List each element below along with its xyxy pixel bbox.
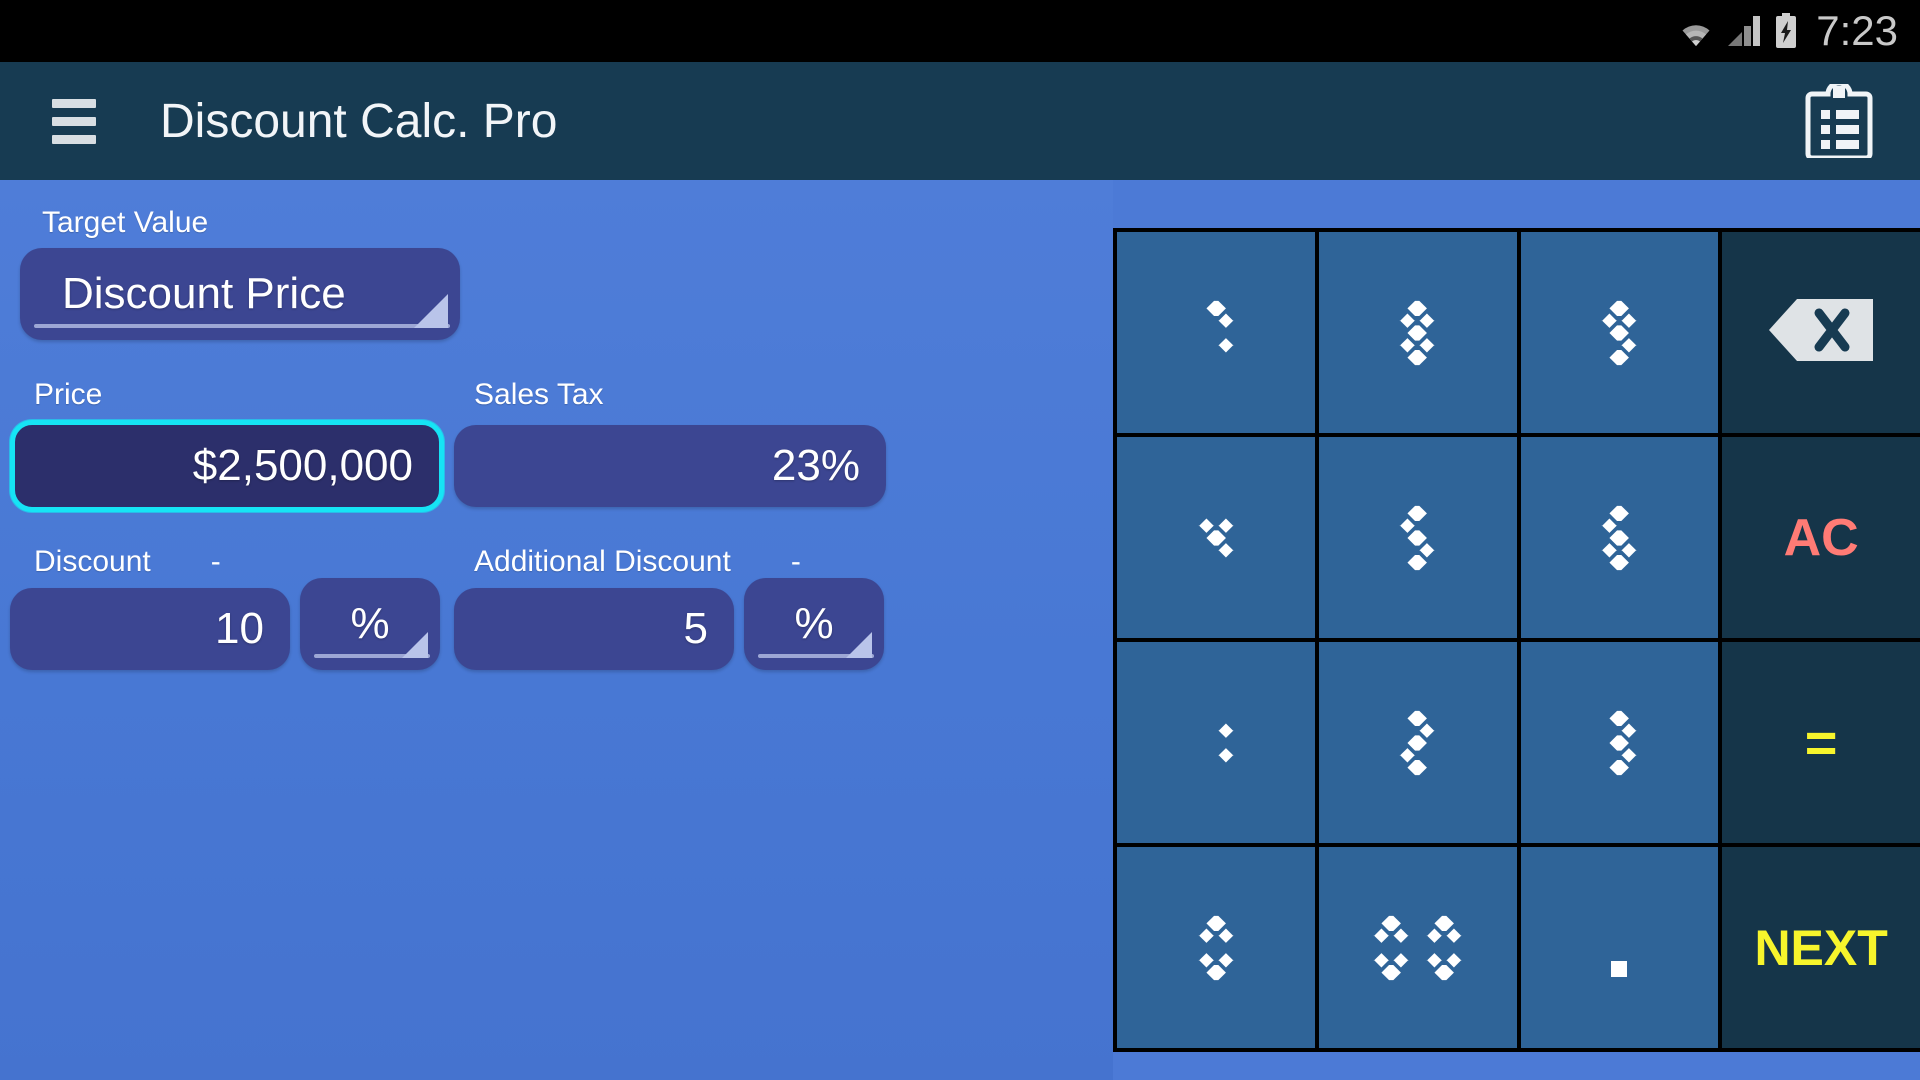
sales-tax-label: Sales Tax — [474, 378, 604, 411]
key-label — [1595, 499, 1643, 577]
backspace-icon — [1767, 297, 1875, 368]
key-next[interactable]: NEXT — [1722, 847, 1920, 1048]
key-equals[interactable]: = — [1722, 642, 1920, 843]
price-value: $2,500,000 — [192, 441, 413, 490]
input-form-panel: Target Value Discount Price Price $2,500… — [0, 180, 1113, 1080]
price-label: Price — [34, 378, 103, 411]
key-label — [1595, 294, 1643, 372]
key-decimal[interactable] — [1520, 847, 1719, 1048]
discount-value: 10 — [215, 604, 264, 653]
discount-label: Discount — [34, 545, 151, 578]
key-label — [1393, 499, 1441, 577]
additional-discount-sign: - — [790, 545, 801, 578]
sales-tax-input[interactable]: 23% — [454, 425, 886, 507]
spinner-underline — [34, 324, 450, 328]
price-input[interactable]: $2,500,000 — [10, 420, 444, 512]
key-label — [1595, 704, 1643, 782]
target-value-spinner[interactable]: Discount Price — [20, 248, 460, 340]
key-1[interactable] — [1117, 642, 1315, 843]
key-label — [1393, 294, 1441, 372]
sales-tax-value: 23% — [771, 441, 860, 490]
key-backspace[interactable] — [1722, 232, 1920, 433]
hamburger-menu-icon[interactable] — [52, 98, 96, 144]
key-4[interactable] — [1117, 437, 1315, 638]
page-title: Discount Calc. Pro — [160, 94, 558, 148]
key-5[interactable] — [1318, 437, 1517, 638]
additional-discount-unit-spinner[interactable]: % — [744, 578, 884, 670]
app-bar: Discount Calc. Pro — [0, 62, 1920, 180]
key-label — [1192, 909, 1240, 987]
key-label — [1611, 960, 1628, 977]
status-time: 7:23 — [1816, 7, 1898, 54]
additional-discount-unit-value: % — [794, 599, 834, 648]
key-label — [1192, 499, 1240, 577]
key-ac[interactable]: AC — [1722, 437, 1920, 638]
chevron-down-icon — [414, 294, 448, 328]
key-label: AC — [1783, 508, 1859, 567]
discount-label-row: Discount - — [34, 545, 221, 589]
discount-unit-spinner[interactable]: % — [300, 578, 440, 670]
discount-input[interactable]: 10 — [10, 588, 290, 670]
key-double-0[interactable] — [1318, 847, 1517, 1048]
wifi-icon — [1676, 14, 1716, 48]
target-value-label: Target Value — [42, 206, 209, 239]
target-value-selected: Discount Price — [62, 269, 346, 318]
additional-discount-label: Additional Discount — [474, 545, 731, 578]
app-screen: 7:23 Discount Calc. Pro Target Value Dis… — [0, 0, 1920, 1080]
key-9[interactable] — [1520, 232, 1719, 433]
key-label — [1367, 909, 1468, 987]
numeric-keypad: AC = NEXT — [1113, 228, 1920, 1052]
discount-sign: - — [210, 545, 221, 578]
key-label — [1393, 704, 1441, 782]
additional-discount-value: 5 — [683, 604, 708, 653]
key-2[interactable] — [1318, 642, 1517, 843]
cellular-signal-icon — [1726, 14, 1764, 48]
key-label: = — [1804, 710, 1838, 774]
key-label — [1192, 704, 1240, 782]
discount-unit-value: % — [350, 599, 390, 648]
clipboard-list-icon[interactable] — [1804, 84, 1874, 158]
status-bar: 7:23 — [0, 0, 1920, 62]
chevron-down-icon — [846, 632, 872, 658]
key-3[interactable] — [1520, 642, 1719, 843]
key-label: NEXT — [1754, 919, 1888, 976]
key-7[interactable] — [1117, 232, 1315, 433]
key-6[interactable] — [1520, 437, 1719, 638]
chevron-down-icon — [402, 632, 428, 658]
key-8[interactable] — [1318, 232, 1517, 433]
key-0[interactable] — [1117, 847, 1315, 1048]
additional-discount-input[interactable]: 5 — [454, 588, 734, 670]
battery-charging-icon — [1774, 13, 1798, 49]
key-label — [1192, 294, 1240, 372]
